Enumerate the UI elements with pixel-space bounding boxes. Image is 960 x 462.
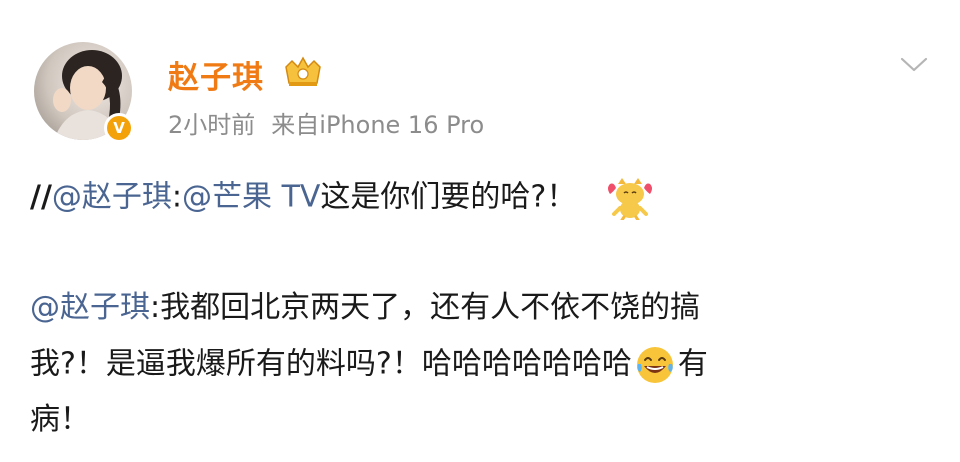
post-source[interactable]: 来自iPhone 16 Pro xyxy=(271,111,484,139)
original-text-2: 我?！是逼我爆所有的料吗?！哈哈哈哈哈哈哈 xyxy=(30,346,632,382)
verified-badge-icon: V xyxy=(104,113,134,143)
original-line-3: 病！ xyxy=(30,400,90,440)
cat-heart-emoji xyxy=(607,178,652,220)
original-text-3: 病！ xyxy=(30,402,90,437)
crown-badge-icon xyxy=(285,56,321,86)
mention-user-link[interactable]: @赵子琪 xyxy=(30,290,150,325)
repost-text: 这是你们要的哈?！ xyxy=(320,179,577,215)
username[interactable]: 赵子琪 xyxy=(168,52,264,97)
chevron-down-icon[interactable] xyxy=(896,52,932,76)
mention-mangotv-link[interactable]: @芒果 TV xyxy=(182,180,320,215)
original-text-1: :我都回北京两天了，还有人不依不饶的搞 xyxy=(150,290,701,325)
original-line-2: 我?！是逼我爆所有的料吗?！哈哈哈哈哈哈哈 有 xyxy=(30,344,708,386)
repost-prefix: // xyxy=(30,179,52,215)
original-line-1: @赵子琪:我都回北京两天了，还有人不依不饶的搞 xyxy=(30,288,700,328)
weibo-post: V 赵子琪 2小时前 来自iPhone 16 Pro //@赵子琪:@芒果 TV这… xyxy=(0,0,960,462)
mention-user-link[interactable]: @赵子琪 xyxy=(52,180,172,215)
repost-colon: : xyxy=(171,179,183,215)
laughing-tears-emoji xyxy=(636,347,673,383)
post-time: 2小时前 xyxy=(168,111,256,139)
verified-badge-label: V xyxy=(107,116,131,140)
post-meta: 2小时前 来自iPhone 16 Pro xyxy=(168,105,500,140)
original-text-2b: 有 xyxy=(677,346,708,382)
repost-line: //@赵子琪:@芒果 TV这是你们要的哈?！ xyxy=(30,176,656,220)
